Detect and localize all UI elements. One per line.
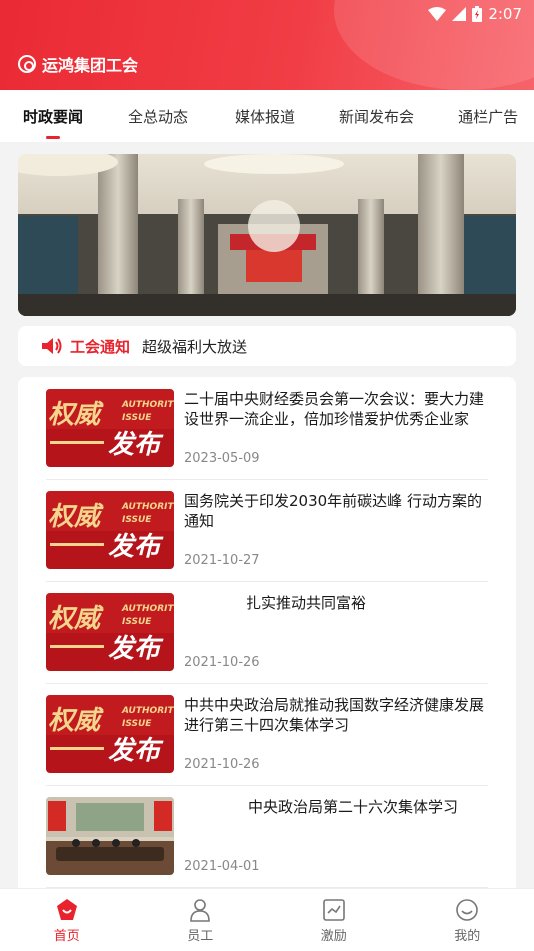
thumb-text-big1: 权威	[48, 400, 104, 430]
authority-thumbnail: 权威 发布 AUTHORIT ISSUE	[46, 491, 174, 569]
authority-thumbnail: 权威 发布 AUTHORIT ISSUE	[46, 695, 174, 773]
news-title: 中央政治局第二十六次集体学习	[248, 797, 516, 817]
speaker-icon	[40, 336, 64, 356]
thumb-text-big2: 发布	[108, 430, 164, 460]
nav-mine[interactable]: 我的	[401, 889, 534, 951]
news-item[interactable]: 中央政治局第二十六次集体学习 2021-04-01	[46, 785, 488, 888]
news-date: 2021-10-27	[184, 553, 260, 568]
thumb-text-big1: 权威	[48, 502, 104, 532]
news-item[interactable]: 权威 发布 AUTHORIT ISSUE 中共中央政治局就推动我国数字经济健康发…	[46, 683, 488, 786]
thumb-text-big2: 发布	[108, 532, 164, 562]
signal-icon	[452, 7, 466, 21]
meeting-photo-thumbnail	[46, 797, 174, 875]
bottom-navigation: 首页 员工 激励 我的	[0, 888, 534, 951]
nav-label: 首页	[54, 925, 80, 944]
tab-press-conference[interactable]: 新闻发布会	[339, 106, 414, 127]
thumb-text-en2: ISSUE	[122, 515, 152, 525]
thumb-text-en1: AUTHORIT	[121, 604, 174, 614]
thumb-text-en2: ISSUE	[122, 617, 152, 627]
thumb-text-big2: 发布	[108, 736, 164, 766]
person-icon	[187, 897, 213, 923]
thumb-text-en2: ISSUE	[122, 719, 152, 729]
news-title: 中共中央政治局就推动我国数字经济健康发展进行第三十四次集体学习	[184, 695, 484, 735]
status-time: 2:07	[488, 5, 522, 23]
nav-label: 我的	[454, 925, 480, 944]
news-category-tabs: 时政要闻 全总动态 媒体报道 新闻发布会 通栏广告	[0, 90, 534, 142]
thumb-text-en1: AUTHORIT	[121, 400, 174, 410]
thumb-text-big1: 权威	[48, 604, 104, 634]
nav-label: 员工	[187, 925, 213, 944]
smile-icon	[454, 897, 480, 923]
wifi-icon	[428, 7, 446, 21]
status-bar: 2:07	[428, 4, 522, 24]
news-date: 2023-05-09	[184, 451, 260, 466]
authority-thumbnail: 权威 发布 AUTHORIT ISSUE	[46, 389, 174, 467]
thumb-text-en1: AUTHORIT	[121, 502, 174, 512]
notice-text: 超级福利大放送	[142, 336, 247, 357]
battery-icon	[472, 6, 482, 22]
thumb-text-en2: ISSUE	[122, 413, 152, 423]
tab-banner-ads[interactable]: 通栏广告	[458, 106, 518, 127]
thumb-text-big1: 权威	[48, 706, 104, 736]
news-list: 权威 发布 AUTHORIT ISSUE 二十届中央财经委员会第一次会议：要大力…	[18, 377, 516, 897]
news-date: 2021-10-26	[184, 757, 260, 772]
news-date: 2021-10-26	[184, 655, 260, 670]
app-logo: 运鸿集团工会	[18, 52, 138, 76]
authority-thumbnail: 权威 发布 AUTHORIT ISSUE	[46, 593, 174, 671]
news-date: 2021-04-01	[184, 859, 260, 874]
nav-label: 激励	[321, 925, 347, 944]
nav-incentive[interactable]: 激励	[267, 889, 401, 951]
news-title: 扎实推动共同富裕	[246, 593, 516, 613]
app-name: 运鸿集团工会	[42, 52, 138, 76]
news-item[interactable]: 权威 发布 AUTHORIT ISSUE 国务院关于印发2030年前碳达峰 行动…	[46, 479, 488, 582]
tab-media-reports[interactable]: 媒体报道	[235, 106, 295, 127]
nav-home[interactable]: 首页	[0, 889, 134, 951]
chart-icon	[321, 897, 347, 923]
thumb-text-big2: 发布	[108, 634, 164, 664]
tab-current-affairs[interactable]: 时政要闻	[23, 106, 83, 127]
news-title: 国务院关于印发2030年前碳达峰 行动方案的通知	[184, 491, 484, 531]
news-item[interactable]: 权威 发布 AUTHORIT ISSUE 扎实推动共同富裕 2021-10-26	[46, 581, 488, 684]
union-notice-bar[interactable]: 工会通知 超级福利大放送	[18, 326, 516, 366]
news-item[interactable]: 权威 发布 AUTHORIT ISSUE 二十届中央财经委员会第一次会议：要大力…	[46, 377, 488, 480]
banner-image[interactable]	[18, 154, 516, 316]
union-logo-icon	[18, 55, 36, 73]
notice-tag: 工会通知	[70, 336, 130, 357]
conference-hall-photo	[18, 154, 516, 316]
nav-employee[interactable]: 员工	[134, 889, 268, 951]
tab-federation-news[interactable]: 全总动态	[128, 106, 188, 127]
app-header: 2:07 运鸿集团工会	[0, 0, 534, 90]
thumb-text-en1: AUTHORIT	[121, 706, 174, 716]
active-tab-indicator	[46, 136, 60, 139]
home-icon	[54, 897, 80, 923]
news-title: 二十届中央财经委员会第一次会议：要大力建设世界一流企业，倍加珍惜爱护优秀企业家	[184, 389, 484, 429]
